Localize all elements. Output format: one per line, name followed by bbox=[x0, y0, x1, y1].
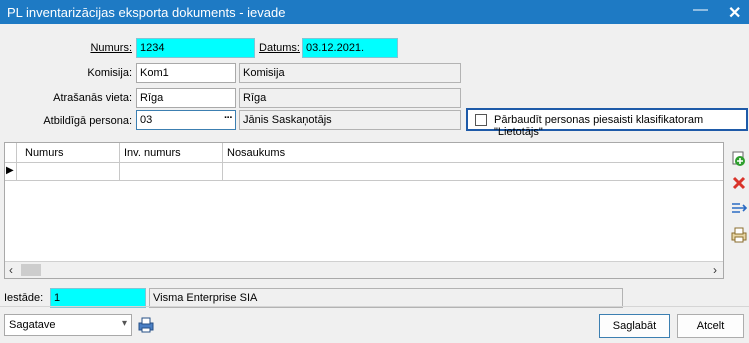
komisija-name-field: Komisija bbox=[239, 63, 461, 83]
cell-inv-numurs[interactable] bbox=[120, 163, 223, 181]
numurs-label: Numurs: bbox=[90, 42, 132, 54]
minimize-icon[interactable]: — bbox=[693, 1, 708, 18]
cell-nosaukums[interactable] bbox=[223, 163, 723, 181]
grid-header: Numurs Inv. numurs Nosaukums bbox=[5, 143, 723, 163]
add-row-icon[interactable] bbox=[730, 150, 748, 168]
atbildiga-label: Atbildīgā persona: bbox=[43, 115, 132, 127]
cell-numurs[interactable] bbox=[17, 163, 120, 181]
datums-field[interactable]: 03.12.2021. bbox=[302, 38, 398, 58]
numurs-field[interactable]: 1234 bbox=[136, 38, 255, 58]
col-nosaukums[interactable]: Nosaukums bbox=[223, 143, 723, 163]
atrasanas-label: Atrašanās vieta: bbox=[53, 92, 132, 104]
check-persona-label[interactable]: Pārbaudīt personas piesaisti klasifikato… bbox=[494, 114, 746, 138]
iestade-code-field[interactable]: 1 bbox=[50, 288, 146, 308]
atrasanas-code-field[interactable]: Rīga bbox=[136, 88, 236, 108]
window-title: PL inventarizācijas eksporta dokuments -… bbox=[7, 5, 286, 20]
cancel-button[interactable]: Atcelt bbox=[677, 314, 744, 338]
title-bar: PL inventarizācijas eksporta dokuments -… bbox=[0, 0, 749, 24]
iestade-label: Iestāde: bbox=[4, 292, 44, 304]
datums-label: Datums: bbox=[259, 42, 300, 54]
atbildiga-code-field[interactable]: 03 ··· bbox=[136, 110, 236, 130]
komisija-label: Komisija: bbox=[87, 67, 132, 79]
save-button[interactable]: Saglabāt bbox=[599, 314, 670, 338]
atbildiga-name-field: Jānis Saskaņotājs bbox=[239, 110, 461, 130]
komisija-code-field[interactable]: Kom1 bbox=[136, 63, 236, 83]
atbildiga-code-value: 03 bbox=[140, 114, 153, 126]
horizontal-scrollbar[interactable]: ‹ › bbox=[5, 261, 723, 278]
scroll-left-icon[interactable]: ‹ bbox=[9, 263, 13, 277]
chevron-down-icon[interactable]: ▾ bbox=[122, 318, 127, 329]
current-row-icon: ▶ bbox=[6, 165, 14, 176]
scroll-right-icon[interactable]: › bbox=[713, 263, 717, 277]
print-row-icon[interactable] bbox=[730, 226, 748, 244]
lookup-button[interactable]: ··· bbox=[224, 112, 233, 124]
footer-separator bbox=[0, 306, 749, 307]
close-icon[interactable]: ✕ bbox=[728, 3, 741, 23]
items-grid[interactable]: Numurs Inv. numurs Nosaukums ▶ ‹ › bbox=[4, 142, 724, 279]
col-inv-numurs[interactable]: Inv. numurs bbox=[120, 143, 223, 163]
delete-row-icon[interactable] bbox=[730, 174, 748, 192]
status-select[interactable]: Sagatave ▾ bbox=[4, 314, 132, 336]
scroll-thumb[interactable] bbox=[21, 264, 41, 276]
check-persona-checkbox[interactable] bbox=[475, 114, 487, 126]
printer-icon[interactable] bbox=[137, 316, 155, 334]
check-persona-group: Pārbaudīt personas piesaisti klasifikato… bbox=[466, 108, 748, 138]
atrasanas-name-field: Rīga bbox=[239, 88, 461, 108]
iestade-name-field: Visma Enterprise SIA bbox=[149, 288, 623, 308]
col-numurs[interactable]: Numurs bbox=[17, 143, 120, 163]
status-select-value: Sagatave bbox=[9, 319, 56, 331]
import-icon[interactable] bbox=[730, 200, 748, 218]
grid-corner bbox=[5, 143, 17, 163]
row-indicator: ▶ bbox=[5, 163, 17, 181]
